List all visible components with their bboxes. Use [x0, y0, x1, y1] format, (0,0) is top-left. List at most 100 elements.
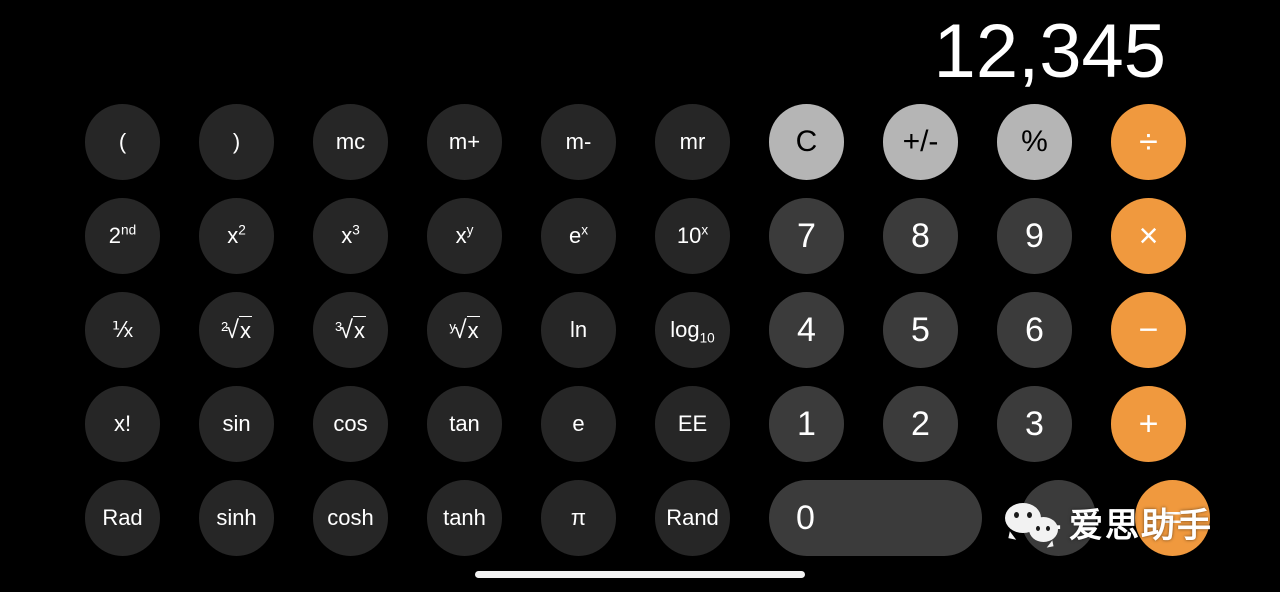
key-label: tanh: [443, 505, 486, 530]
key-label: (: [118, 129, 127, 154]
key-radian-mode[interactable]: Rad: [85, 480, 160, 556]
key-label: cos: [333, 411, 368, 436]
key-label: Rand: [666, 505, 719, 530]
key-label: mr: [679, 129, 706, 154]
key-label: y √ x: [449, 315, 480, 344]
key-hyperbolic-sine[interactable]: sinh: [199, 480, 274, 556]
key-digit-8[interactable]: 8: [883, 198, 958, 274]
key-random[interactable]: Rand: [655, 480, 730, 556]
key-label: 3: [1025, 404, 1044, 443]
key-digit-0[interactable]: 0: [769, 480, 982, 556]
key-digit-6[interactable]: 6: [997, 292, 1072, 368]
key-label: ⅟x: [111, 319, 134, 342]
key-pi[interactable]: π: [541, 480, 616, 556]
key-label: 2: [911, 404, 930, 443]
key-digit-7[interactable]: 7: [769, 198, 844, 274]
key-digit-2[interactable]: 2: [883, 386, 958, 462]
key-label: %: [1021, 125, 1048, 158]
key-label: m+: [448, 129, 481, 154]
key-hyperbolic-cosine[interactable]: cosh: [313, 480, 388, 556]
key-label: ln: [569, 317, 588, 342]
key-label: mc: [335, 129, 366, 154]
key-label: Rad: [102, 505, 143, 530]
keypad-row: 2nd x2 x3 xy ex 10x 7 8 9 ×: [85, 198, 1200, 274]
key-label: 9: [1025, 216, 1044, 255]
key-label: +/-: [902, 125, 939, 158]
key-scientific-notation[interactable]: EE: [655, 386, 730, 462]
key-label: sinh: [216, 505, 257, 530]
key-decimal-point[interactable]: .: [1021, 480, 1096, 556]
key-digit-3[interactable]: 3: [997, 386, 1072, 462]
key-digit-5[interactable]: 5: [883, 292, 958, 368]
key-cosine[interactable]: cos: [313, 386, 388, 462]
key-sign-toggle[interactable]: +/-: [883, 104, 958, 180]
key-label: x!: [113, 411, 132, 436]
key-label: x3: [341, 222, 360, 248]
key-divide[interactable]: ÷: [1111, 104, 1186, 180]
key-digit-4[interactable]: 4: [769, 292, 844, 368]
key-clear[interactable]: C: [769, 104, 844, 180]
key-tangent[interactable]: tan: [427, 386, 502, 462]
key-hyperbolic-tangent[interactable]: tanh: [427, 480, 502, 556]
keypad-row: ⅟x 2 √ x 3 √ x y √ x ln log10 4 5 6 −: [85, 292, 1200, 368]
keypad-row: Rad sinh cosh tanh π Rand 0. =: [85, 480, 1210, 556]
key-label: ÷: [1139, 122, 1158, 161]
key-cube-root[interactable]: 3 √ x: [313, 292, 388, 368]
key-memory-recall[interactable]: mr: [655, 104, 730, 180]
key-label: 5: [911, 310, 930, 349]
key-memory-clear[interactable]: mc: [313, 104, 388, 180]
key-label: 6: [1025, 310, 1044, 349]
key-natural-log[interactable]: ln: [541, 292, 616, 368]
key-label: 4: [797, 310, 816, 349]
key-reciprocal[interactable]: ⅟x: [85, 292, 160, 368]
calculator-keypad: () mc m+ m-mr C +/-% ÷ 2nd x2 x3 xy ex 10x 7 8 9 × ⅟x 2 √ x 3…: [85, 104, 1210, 556]
key-memory-subtract[interactable]: m-: [541, 104, 616, 180]
home-indicator[interactable]: [475, 571, 805, 578]
key-close-paren[interactable]: ): [199, 104, 274, 180]
key-label: 3 √ x: [335, 315, 366, 344]
key-label: tan: [449, 411, 480, 436]
key-equals[interactable]: =: [1135, 480, 1210, 556]
key-label: xy: [455, 222, 474, 248]
key-label: sin: [222, 411, 251, 436]
display-value: 12,345: [933, 9, 1166, 94]
key-cube[interactable]: x3: [313, 198, 388, 274]
key-add[interactable]: +: [1111, 386, 1186, 462]
keypad-row: x! sin cos tan e EE 1 2 3 +: [85, 386, 1200, 462]
key-label: π: [570, 505, 587, 530]
key-power-y[interactable]: xy: [427, 198, 502, 274]
calculator-screen: 12,345 () mc m+ m-mr C +/-% ÷ 2nd x2 x3 xy ex 10x 7 8 9…: [0, 0, 1280, 592]
key-multiply[interactable]: ×: [1111, 198, 1186, 274]
key-label: C: [795, 125, 818, 158]
key-label: 2 √ x: [221, 315, 252, 344]
key-label: ex: [568, 222, 589, 248]
key-subtract[interactable]: −: [1111, 292, 1186, 368]
key-label: 10x: [676, 222, 709, 248]
key-sine[interactable]: sin: [199, 386, 274, 462]
key-label: e: [572, 411, 585, 436]
key-label: 7: [797, 216, 816, 255]
key-second-function[interactable]: 2nd: [85, 198, 160, 274]
keypad-row: () mc m+ m-mr C +/-% ÷: [85, 104, 1200, 180]
key-digit-9[interactable]: 9: [997, 198, 1072, 274]
key-label: .: [1053, 498, 1064, 537]
key-euler-number[interactable]: e: [541, 386, 616, 462]
key-factorial[interactable]: x!: [85, 386, 160, 462]
key-label: x2: [227, 222, 246, 248]
key-digit-1[interactable]: 1: [769, 386, 844, 462]
key-label: 8: [911, 216, 930, 255]
key-label: EE: [677, 411, 708, 436]
key-log-base-10[interactable]: log10: [655, 292, 730, 368]
key-open-paren[interactable]: (: [85, 104, 160, 180]
key-percent[interactable]: %: [997, 104, 1072, 180]
key-memory-add[interactable]: m+: [427, 104, 502, 180]
key-label: =: [1162, 498, 1183, 537]
key-exp-e[interactable]: ex: [541, 198, 616, 274]
key-exp-ten[interactable]: 10x: [655, 198, 730, 274]
key-square[interactable]: x2: [199, 198, 274, 274]
key-label: 0: [796, 498, 815, 537]
key-nth-root[interactable]: y √ x: [427, 292, 502, 368]
key-label: m-: [565, 129, 592, 154]
key-square-root[interactable]: 2 √ x: [199, 292, 274, 368]
key-label: ): [232, 129, 241, 154]
